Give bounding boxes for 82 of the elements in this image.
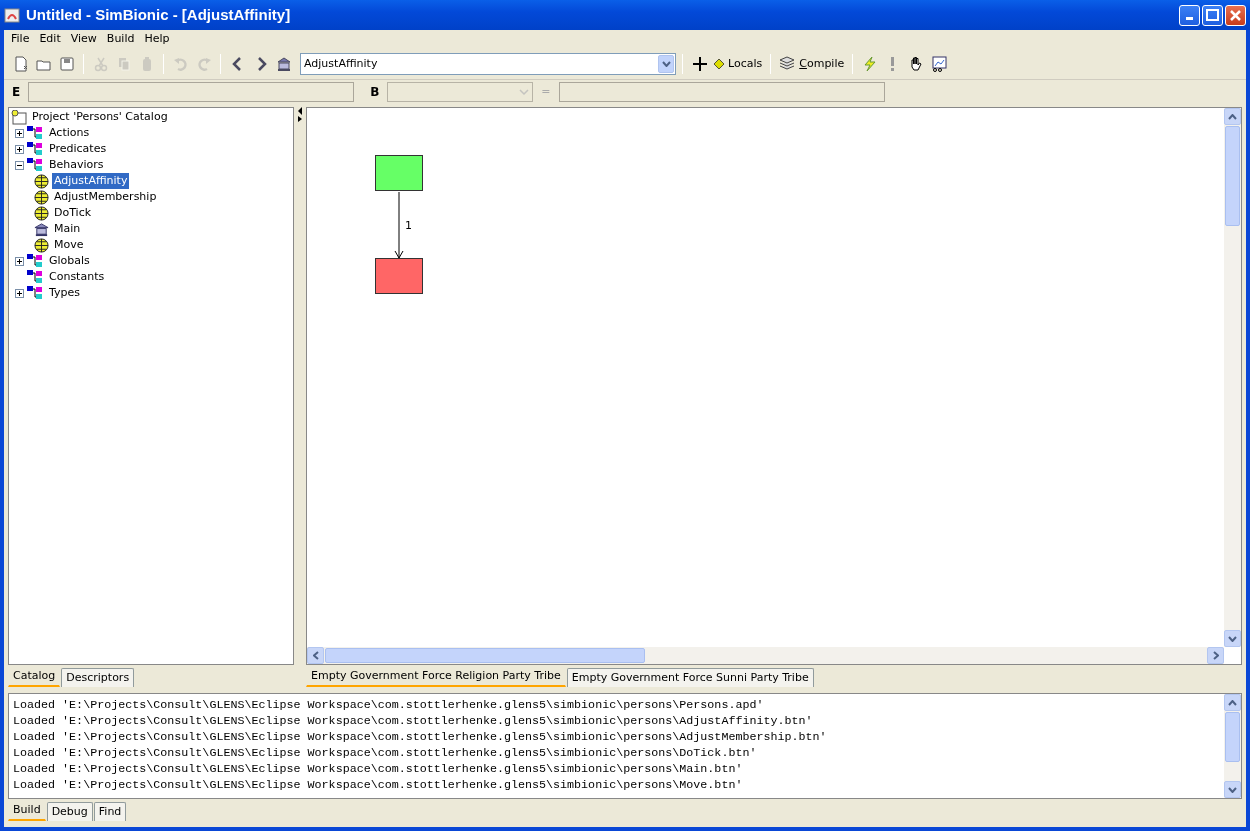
new-file-icon — [12, 56, 29, 72]
cluster-icon — [27, 142, 44, 156]
plus-icon — [691, 56, 708, 72]
exclamation-icon — [891, 57, 895, 71]
globe-icon — [34, 189, 49, 205]
app-icon — [4, 7, 20, 23]
compile-button[interactable]: Compile — [777, 55, 847, 73]
plus-icon — [16, 257, 23, 265]
tab[interactable]: Empty Government Force Sunni Party Tribe — [566, 667, 814, 687]
redo-icon — [195, 56, 212, 72]
tree-item[interactable]: DoTick — [52, 204, 94, 222]
menu-item[interactable]: Build — [101, 31, 140, 48]
expand-toggle[interactable] — [15, 288, 24, 298]
home-icon — [275, 56, 292, 72]
connector-arrow — [394, 192, 404, 259]
equals-label: = — [541, 83, 551, 100]
cluster-icon — [27, 270, 44, 284]
output-scrollbar[interactable] — [1224, 694, 1241, 798]
cluster-icon — [27, 286, 44, 300]
close-button[interactable] — [1225, 4, 1246, 26]
tree-item[interactable]: Constants — [47, 268, 107, 286]
tree-item[interactable]: Move — [52, 236, 86, 254]
tree-item[interactable]: Behaviors — [47, 156, 106, 174]
tab[interactable]: Descriptors — [61, 667, 135, 687]
plus-icon — [16, 129, 23, 137]
cluster-icon — [27, 126, 44, 140]
tree-item[interactable]: Actions — [47, 124, 92, 142]
behavior-select[interactable]: AdjustAffinity — [300, 53, 676, 75]
tree-item[interactable]: AdjustAffinity — [52, 172, 130, 190]
log-line: Loaded 'E:\Projects\Consult\GLENS\Eclipse Workspace\com.stottlerhenke.glens5\simbionic\persons\Move.btn' — [13, 777, 744, 793]
tree-item[interactable]: Predicates — [47, 140, 109, 158]
connector-label: 1 — [405, 218, 412, 234]
expression-label: E — [12, 84, 21, 101]
value-field[interactable] — [558, 82, 885, 102]
tree-item[interactable]: Globals — [47, 252, 92, 270]
splitter-arrows-icon — [298, 107, 302, 123]
log-line: Loaded 'E:\Projects\Consult\GLENS\Eclipse Workspace\com.stottlerhenke.glens5\simbionic\persons\Persons.apd' — [13, 697, 765, 713]
save-icon — [58, 56, 75, 72]
tree-item[interactable]: AdjustMembership — [52, 188, 159, 206]
minimize-icon — [1186, 17, 1193, 21]
expand-toggle[interactable] — [15, 144, 24, 154]
scrollbar-thumb[interactable] — [1225, 126, 1240, 226]
menu-item[interactable]: Help — [139, 31, 175, 48]
expand-toggle[interactable] — [15, 128, 24, 138]
menu-item[interactable]: File — [6, 31, 35, 48]
menu-item[interactable]: Edit — [34, 31, 66, 48]
tree-item[interactable]: Types — [47, 284, 82, 302]
scrollbar-thumb[interactable] — [1225, 712, 1240, 762]
log-line: Loaded 'E:\Projects\Consult\GLENS\Eclipse Workspace\com.stottlerhenke.glens5\simbionic\persons\AdjustMembership.btn' — [13, 729, 828, 745]
plus-icon — [16, 145, 23, 153]
expression-field[interactable] — [28, 82, 355, 102]
scrollbar-thumb[interactable] — [325, 648, 645, 663]
log-line: Loaded 'E:\Projects\Consult\GLENS\Eclipse Workspace\com.stottlerhenke.glens5\simbionic\persons\Main.btn' — [13, 761, 744, 777]
log-line: Loaded 'E:\Projects\Consult\GLENS\Eclipse Workspace\com.stottlerhenke.glens5\simbionic\persons\AdjustAffinity.btn' — [13, 713, 814, 729]
globe-icon — [34, 173, 49, 189]
plus-icon — [16, 289, 23, 297]
horizontal-scrollbar[interactable] — [307, 647, 1224, 664]
cluster-icon — [27, 254, 44, 268]
diamond-icon — [714, 59, 724, 69]
cluster-icon — [27, 158, 44, 172]
log-line: Loaded 'E:\Projects\Consult\GLENS\Eclipse Workspace\com.stottlerhenke.glens5\simbionic\persons\DoTick.btn' — [13, 745, 758, 761]
tree-item[interactable]: Main — [52, 220, 83, 238]
tree-item[interactable]: Project 'Persons' Catalog — [30, 108, 170, 126]
home-icon — [34, 221, 49, 237]
stack-icon — [779, 56, 796, 72]
tab[interactable]: Find — [93, 801, 127, 821]
tab[interactable]: Debug — [46, 801, 93, 821]
globe-icon — [34, 205, 49, 221]
globe-icon — [34, 237, 49, 253]
expand-toggle[interactable] — [15, 160, 24, 170]
binding-label: B — [370, 84, 380, 101]
vertical-scrollbar[interactable] — [1224, 108, 1241, 647]
maximize-button[interactable] — [1202, 4, 1223, 26]
window-title: Untitled - SimBionic - [AdjustAffinity] — [26, 4, 291, 25]
locals-button[interactable]: Locals — [712, 55, 765, 73]
graph-window-icon — [930, 56, 947, 72]
minimize-button[interactable] — [1179, 4, 1200, 26]
menu-item[interactable]: View — [65, 31, 102, 48]
scissors-icon — [92, 56, 109, 72]
lightning-icon — [861, 56, 878, 72]
expand-toggle[interactable] — [15, 256, 24, 266]
undo-icon — [172, 56, 189, 72]
